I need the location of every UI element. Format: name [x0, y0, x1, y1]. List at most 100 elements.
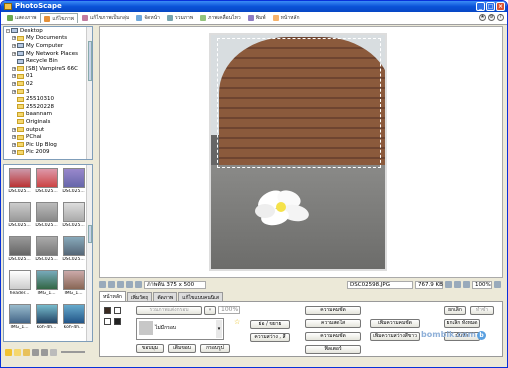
expand-icon[interactable]: +	[12, 51, 16, 56]
thumbnail-size-slider[interactable]	[61, 351, 85, 353]
tree-item[interactable]: + [SB] VampireS 66C	[4, 65, 92, 73]
tree-item[interactable]: + PChai	[4, 133, 92, 141]
back-icon[interactable]	[32, 348, 39, 356]
tree-item[interactable]: baannam	[4, 111, 92, 119]
fit-icon[interactable]	[445, 281, 452, 288]
sharpen-button[interactable]: เพิ่มความคมชัด	[370, 319, 420, 328]
tab-page[interactable]: จัดหน้า	[133, 13, 163, 23]
thumbnail-item[interactable]: DSC025...	[61, 236, 86, 268]
frame-selector[interactable]: ไม่มีกรอบ ▾	[136, 318, 224, 340]
frame-dropdown-arrow[interactable]: ▾	[216, 320, 222, 338]
tree-item[interactable]: 25520228	[4, 103, 92, 111]
auto-level-button[interactable]: ความคมชัด	[305, 306, 361, 315]
expand-icon[interactable]: +	[12, 135, 16, 140]
expand-icon[interactable]: +	[12, 74, 16, 79]
tab-animated-gif[interactable]: ภาพเคลื่อนไหว	[197, 13, 244, 23]
tree-item[interactable]: Originals	[4, 118, 92, 126]
thumbnail-item[interactable]: IMG_1...	[34, 270, 59, 302]
tree-item[interactable]: + My Computer	[4, 42, 92, 50]
tree-item[interactable]: - Desktop	[4, 27, 92, 35]
edit-tab-crop[interactable]: ตัดภาพ	[153, 292, 178, 301]
panel-splitter[interactable]	[95, 26, 98, 356]
contrast-button[interactable]: ความคมชัด	[305, 332, 361, 341]
close-button[interactable]: ×	[496, 2, 505, 11]
undo-all-button[interactable]: ยกเลิก ทั้งหมด	[444, 319, 480, 328]
tree-item[interactable]: + Pic 2009	[4, 149, 92, 157]
frame-white-swatch[interactable]	[114, 307, 121, 314]
expand-icon[interactable]: +	[12, 43, 16, 48]
round-corner-swatch[interactable]	[104, 318, 111, 325]
thumbnail-item[interactable]: DSC025...	[61, 168, 86, 200]
tree-item[interactable]: + Pic Up Blog	[4, 141, 92, 149]
tree-item[interactable]: + output	[4, 126, 92, 134]
expand-icon[interactable]: +	[12, 66, 16, 71]
tab-batch-editor[interactable]: แก้ไขภาพเป็นกลุ่ม	[79, 13, 132, 23]
settings-icon[interactable]: ⚙	[488, 14, 495, 21]
tab-combine[interactable]: รวมภาพ	[164, 13, 196, 23]
expand-icon[interactable]: +	[12, 89, 16, 94]
brightness-button[interactable]: ความสดใส	[305, 319, 361, 328]
tree-scroll-thumb[interactable]	[88, 41, 92, 81]
tree-item[interactable]: + My Network Places	[4, 50, 92, 58]
thumbnail-item[interactable]: DSC025...	[7, 202, 32, 234]
rotate-left-icon[interactable]	[99, 281, 106, 288]
tab-home[interactable]: หน้าหลัก	[270, 13, 303, 23]
thumbnail-item[interactable]: DSC025...	[34, 236, 59, 268]
edit-tab-home[interactable]: หน้าหลัก	[99, 291, 126, 301]
refresh-icon[interactable]	[50, 348, 57, 356]
help-icon[interactable]: ?	[497, 14, 504, 21]
tab-editor[interactable]: แก้ไขภาพ	[40, 13, 78, 23]
tree-item[interactable]: +3	[4, 88, 92, 96]
favorite-frame-icon[interactable]: ☆	[234, 318, 240, 326]
frame-picture-button[interactable]: กรอบรูป	[200, 344, 230, 353]
actual-size-icon[interactable]	[454, 281, 461, 288]
image-viewer[interactable]	[99, 26, 503, 278]
thumbnail-scroll-thumb[interactable]	[88, 225, 92, 243]
tab-print[interactable]: พิมพ์	[245, 13, 269, 23]
expand-icon[interactable]: -	[6, 28, 10, 33]
folder-tree[interactable]: - Desktop + My Documents + My Computer + My Net…	[3, 26, 93, 160]
tree-scrollbar[interactable]	[86, 27, 92, 159]
thumbnail-item[interactable]: IMG_1...	[7, 304, 32, 336]
filter-button[interactable]: ฟิลเตอร์	[305, 345, 361, 354]
tab-viewer[interactable]: แสดงภาพ	[4, 13, 39, 23]
info-icon[interactable]	[135, 281, 142, 288]
zoom-out-icon[interactable]	[463, 281, 470, 288]
thumbnail-item[interactable]: IMG_1...	[61, 270, 86, 302]
compare-icon[interactable]	[126, 281, 133, 288]
expand-icon[interactable]: +	[12, 142, 16, 147]
thumbnail-item[interactable]: header...	[7, 270, 32, 302]
tree-item[interactable]: +01	[4, 73, 92, 81]
black-corner-swatch[interactable]	[114, 318, 121, 325]
forward-icon[interactable]	[41, 348, 48, 356]
rotate-right-icon[interactable]	[108, 281, 115, 288]
expand-icon[interactable]: +	[12, 36, 16, 41]
frame-combo-dropdown[interactable]: รวมภาพแต่งกรอบ	[136, 306, 202, 315]
frame-percent[interactable]: 100%	[218, 306, 240, 314]
backlight-button[interactable]: เพิ่มความสว่างสีขาว	[370, 332, 420, 341]
flip-icon[interactable]	[117, 281, 124, 288]
corner-button[interactable]: ขอบมุม	[136, 344, 164, 353]
thumbnail-item[interactable]: DSC025...	[61, 202, 86, 234]
minimize-button[interactable]: _	[476, 2, 485, 11]
undo-button[interactable]: ยกเลิก	[444, 306, 466, 315]
edit-tab-object[interactable]: เพิ่มวัตถุ	[126, 292, 153, 301]
maximize-button[interactable]: □	[486, 2, 495, 11]
tree-item[interactable]: +02	[4, 80, 92, 88]
brightness-color-button[interactable]: ความสว่าง , สี	[250, 333, 290, 342]
tree-item[interactable]: 25510310	[4, 95, 92, 103]
thumbnail-item[interactable]: DSC025...	[7, 168, 32, 200]
thumbnail-item[interactable]: DSC025...	[34, 168, 59, 200]
thumbnail-item[interactable]: DSC025...	[34, 202, 59, 234]
favorite-icon[interactable]	[5, 348, 12, 356]
expand-icon[interactable]: +	[12, 127, 16, 132]
add-border-button[interactable]: เติมขอบ	[168, 344, 196, 353]
frame-options-button[interactable]: ▾	[204, 306, 216, 315]
thumbnail-scrollbar[interactable]	[86, 165, 92, 341]
frame-color-swatch[interactable]	[104, 307, 111, 314]
resize-button[interactable]: ย่อ / ขยาย	[250, 320, 290, 329]
edit-tab-tools[interactable]: แก้ไขแบบคนนิเส	[178, 292, 223, 301]
expand-icon[interactable]: +	[12, 81, 16, 86]
zoom-in-icon[interactable]	[494, 281, 501, 288]
expand-icon[interactable]: +	[12, 150, 16, 155]
